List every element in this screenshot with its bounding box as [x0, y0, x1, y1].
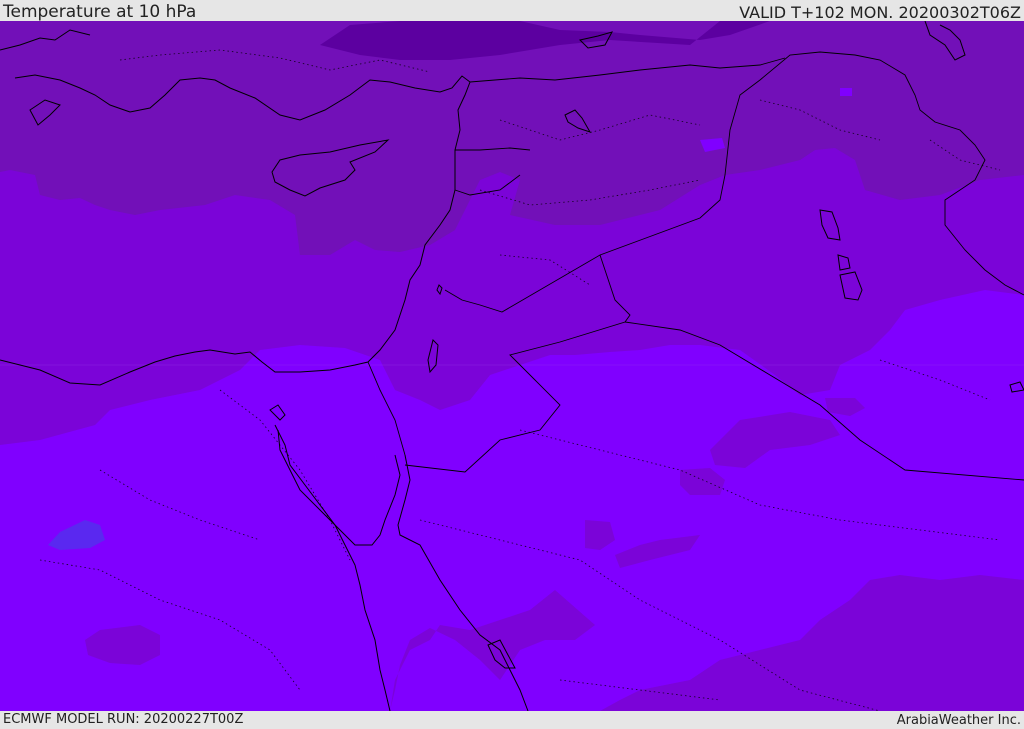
credit-label: ArabiaWeather Inc.: [896, 713, 1021, 728]
footer-bar: ECMWF MODEL RUN: 20200227T00Z ArabiaWeat…: [0, 711, 1024, 729]
header-bar: Temperature at 10 hPa VALID T+102 MON. 2…: [0, 0, 1024, 22]
valid-time: VALID T+102 MON. 20200302T06Z: [739, 3, 1021, 22]
map-canvas: [0, 21, 1024, 711]
field-light-iraq: [840, 88, 852, 96]
weather-map[interactable]: [0, 21, 1024, 711]
map-title: Temperature at 10 hPa: [3, 2, 197, 22]
model-run-label: ECMWF MODEL RUN: 20200227T00Z: [3, 712, 244, 727]
